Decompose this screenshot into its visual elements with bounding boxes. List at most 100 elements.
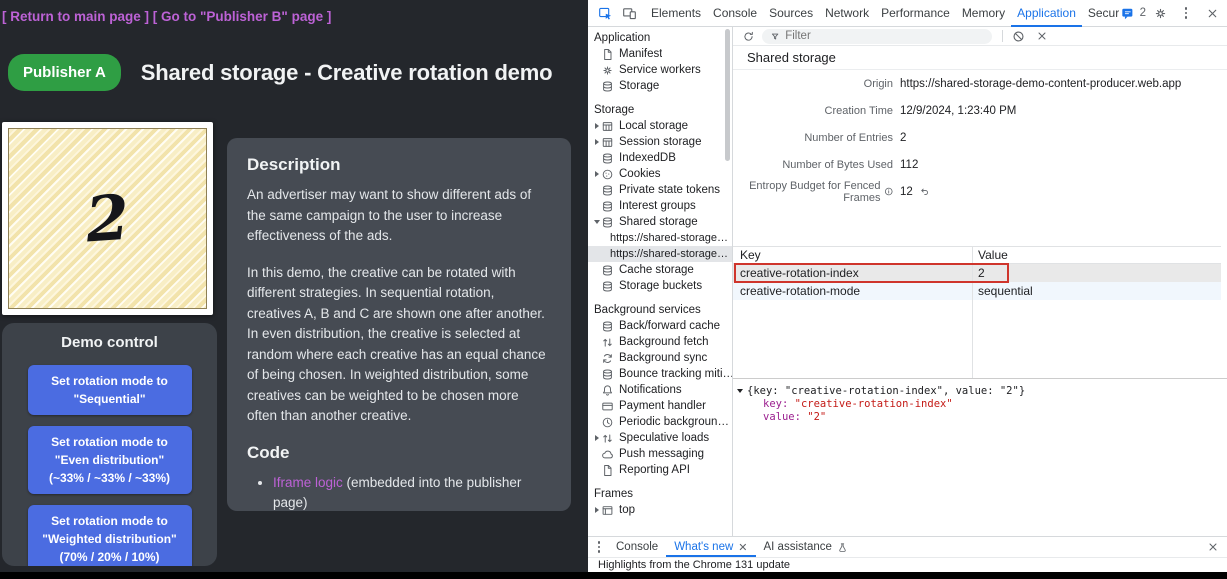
cloud-icon bbox=[601, 448, 614, 461]
sidebar-item-shared-storage-origin-2[interactable]: https://shared-storage… bbox=[588, 246, 732, 262]
description-panel: Description An advertiser may want to sh… bbox=[227, 138, 571, 511]
reset-budget-icon[interactable] bbox=[919, 186, 930, 197]
devtools-close-icon[interactable] bbox=[1200, 3, 1224, 23]
chevron-right-icon[interactable] bbox=[592, 139, 601, 145]
sidebar-item-back-forward-cache[interactable]: Back/forward cache bbox=[588, 318, 732, 334]
sidebar-item-manifest[interactable]: Manifest bbox=[588, 46, 732, 62]
drawer-tab-bar: Console What's new✕ AI assistance bbox=[588, 537, 1227, 557]
column-header-value[interactable]: Value bbox=[972, 248, 1008, 262]
tab-performance[interactable]: Performance bbox=[875, 0, 956, 27]
sidebar-item-local-storage[interactable]: Local storage bbox=[588, 118, 732, 134]
sidebar-item-session-storage[interactable]: Session storage bbox=[588, 134, 732, 150]
table-icon bbox=[601, 136, 614, 149]
sidebar-item-shared-storage[interactable]: Shared storage bbox=[588, 214, 732, 230]
sidebar-item-shared-storage-origin-1[interactable]: https://shared-storage… bbox=[588, 230, 732, 246]
sidebar-item-cookies[interactable]: Cookies bbox=[588, 166, 732, 182]
sidebar-item-background-sync[interactable]: Background sync bbox=[588, 350, 732, 366]
tab-memory[interactable]: Memory bbox=[956, 0, 1011, 27]
sidebar-item-private-state-tokens[interactable]: Private state tokens bbox=[588, 182, 732, 198]
drawer-tab-console[interactable]: Console bbox=[608, 537, 666, 557]
sidebar-item-top-frame[interactable]: top bbox=[588, 502, 732, 518]
sidebar-item-reporting-api[interactable]: Reporting API bbox=[588, 462, 732, 478]
section-title-row: Shared storage bbox=[733, 46, 1227, 70]
sidebar-item-indexeddb[interactable]: IndexedDB bbox=[588, 150, 732, 166]
column-divider[interactable] bbox=[972, 246, 973, 378]
tab-security[interactable]: Security bbox=[1082, 0, 1119, 27]
description-title: Description bbox=[247, 155, 551, 175]
tab-sources[interactable]: Sources bbox=[763, 0, 819, 27]
window-bottom-edge bbox=[0, 572, 1227, 579]
publisher-b-link[interactable]: [ Go to "Publisher B" page ] bbox=[153, 9, 332, 24]
settings-gear-icon[interactable] bbox=[1148, 3, 1172, 23]
device-toolbar-icon[interactable] bbox=[617, 3, 641, 23]
tree-child-row[interactable]: key: "creative-rotation-index" bbox=[737, 398, 1227, 411]
sidebar-item-interest-groups[interactable]: Interest groups bbox=[588, 198, 732, 214]
up-down-arrows-icon bbox=[601, 336, 614, 349]
info-icon[interactable] bbox=[884, 186, 893, 197]
frame-icon bbox=[601, 504, 614, 517]
devtools-body: Application Manifest Service workers Sto… bbox=[588, 27, 1227, 536]
field-entropy-budget: Entropy Budget for Fenced Frames 12 bbox=[733, 178, 1227, 205]
creative-number: 2 bbox=[83, 181, 131, 257]
set-even-distribution-button[interactable]: Set rotation mode to "Even distribution"… bbox=[28, 426, 192, 494]
column-header-key[interactable]: Key bbox=[733, 248, 972, 262]
devtools-toolbar: Elements Console Sources Network Perform… bbox=[588, 0, 1227, 27]
iframe-logic-link[interactable]: Iframe logic bbox=[273, 475, 343, 490]
demo-control-panel: Demo control Set rotation mode to "Seque… bbox=[2, 323, 217, 566]
refresh-icon[interactable] bbox=[740, 27, 756, 46]
sidebar-item-storage-buckets[interactable]: Storage buckets bbox=[588, 278, 732, 294]
clear-icon[interactable] bbox=[1009, 27, 1027, 46]
table-row[interactable]: creative-rotation-index 2 bbox=[733, 264, 1221, 282]
tab-elements[interactable]: Elements bbox=[645, 0, 707, 27]
tab-network[interactable]: Network bbox=[819, 0, 875, 27]
tab-application[interactable]: Application bbox=[1011, 0, 1082, 27]
tree-child-row[interactable]: value: "2" bbox=[737, 411, 1227, 424]
chevron-right-icon[interactable] bbox=[592, 123, 601, 129]
delete-selected-icon[interactable] bbox=[1033, 27, 1051, 46]
caret-down-icon[interactable] bbox=[737, 389, 743, 393]
sidebar-item-push-messaging[interactable]: Push messaging bbox=[588, 446, 732, 462]
sidebar-item-payment-handler[interactable]: Payment handler bbox=[588, 398, 732, 414]
filter-pill[interactable] bbox=[762, 29, 992, 44]
whats-new-headline[interactable]: Highlights from the Chrome 131 update bbox=[588, 557, 1227, 572]
drawer-close-icon[interactable] bbox=[1207, 537, 1227, 557]
sidebar-item-cache-storage[interactable]: Cache storage bbox=[588, 262, 732, 278]
chevron-right-icon[interactable] bbox=[592, 435, 601, 441]
sidebar-item-notifications[interactable]: Notifications bbox=[588, 382, 732, 398]
console-messages-icon[interactable] bbox=[1119, 3, 1137, 23]
chevron-right-icon[interactable] bbox=[592, 171, 601, 177]
database-icon bbox=[601, 264, 614, 277]
sidebar-item-background-fetch[interactable]: Background fetch bbox=[588, 334, 732, 350]
inspect-element-icon[interactable] bbox=[593, 3, 617, 23]
devtools-menu-icon[interactable] bbox=[1174, 3, 1198, 23]
page-title: Shared storage - Creative rotation demo bbox=[141, 60, 553, 86]
return-to-main-link[interactable]: [ Return to main page ] bbox=[2, 9, 149, 24]
chevron-right-icon[interactable] bbox=[592, 507, 601, 513]
sidebar-section-application: Application bbox=[588, 30, 732, 46]
set-sequential-button[interactable]: Set rotation mode to "Sequential" bbox=[28, 365, 192, 415]
filter-input[interactable] bbox=[785, 30, 984, 42]
sidebar-item-service-workers[interactable]: Service workers bbox=[588, 62, 732, 78]
field-bytes-used: Number of Bytes Used 112 bbox=[733, 151, 1227, 178]
set-weighted-distribution-button[interactable]: Set rotation mode to "Weighted distribut… bbox=[28, 505, 192, 566]
tree-root-row[interactable]: {key: "creative-rotation-index", value: … bbox=[737, 385, 1227, 398]
tab-console[interactable]: Console bbox=[707, 0, 763, 27]
drawer-tab-ai-assistance[interactable]: AI assistance bbox=[756, 537, 856, 557]
chevron-down-icon[interactable] bbox=[592, 220, 601, 224]
table-row[interactable]: creative-rotation-mode sequential bbox=[733, 282, 1221, 300]
sidebar-item-periodic-background-sync[interactable]: Periodic backgroun… bbox=[588, 414, 732, 430]
description-paragraph-2: In this demo, the creative can be rotate… bbox=[247, 263, 551, 427]
sidebar-item-speculative-loads[interactable]: Speculative loads bbox=[588, 430, 732, 446]
close-tab-icon[interactable]: ✕ bbox=[738, 541, 747, 554]
sync-icon bbox=[601, 352, 614, 365]
cookie-icon bbox=[601, 168, 614, 181]
drawer-menu-icon[interactable] bbox=[590, 537, 608, 557]
sidebar-item-storage[interactable]: Storage bbox=[588, 78, 732, 94]
drawer-tab-whats-new[interactable]: What's new✕ bbox=[666, 537, 755, 557]
sidebar-scrollbar[interactable] bbox=[725, 29, 730, 161]
sidebar-item-bounce-tracking[interactable]: Bounce tracking miti… bbox=[588, 366, 732, 382]
publisher-badge: Publisher A bbox=[8, 54, 121, 91]
database-icon bbox=[601, 368, 614, 381]
database-icon bbox=[601, 80, 614, 93]
clock-icon bbox=[601, 416, 614, 429]
